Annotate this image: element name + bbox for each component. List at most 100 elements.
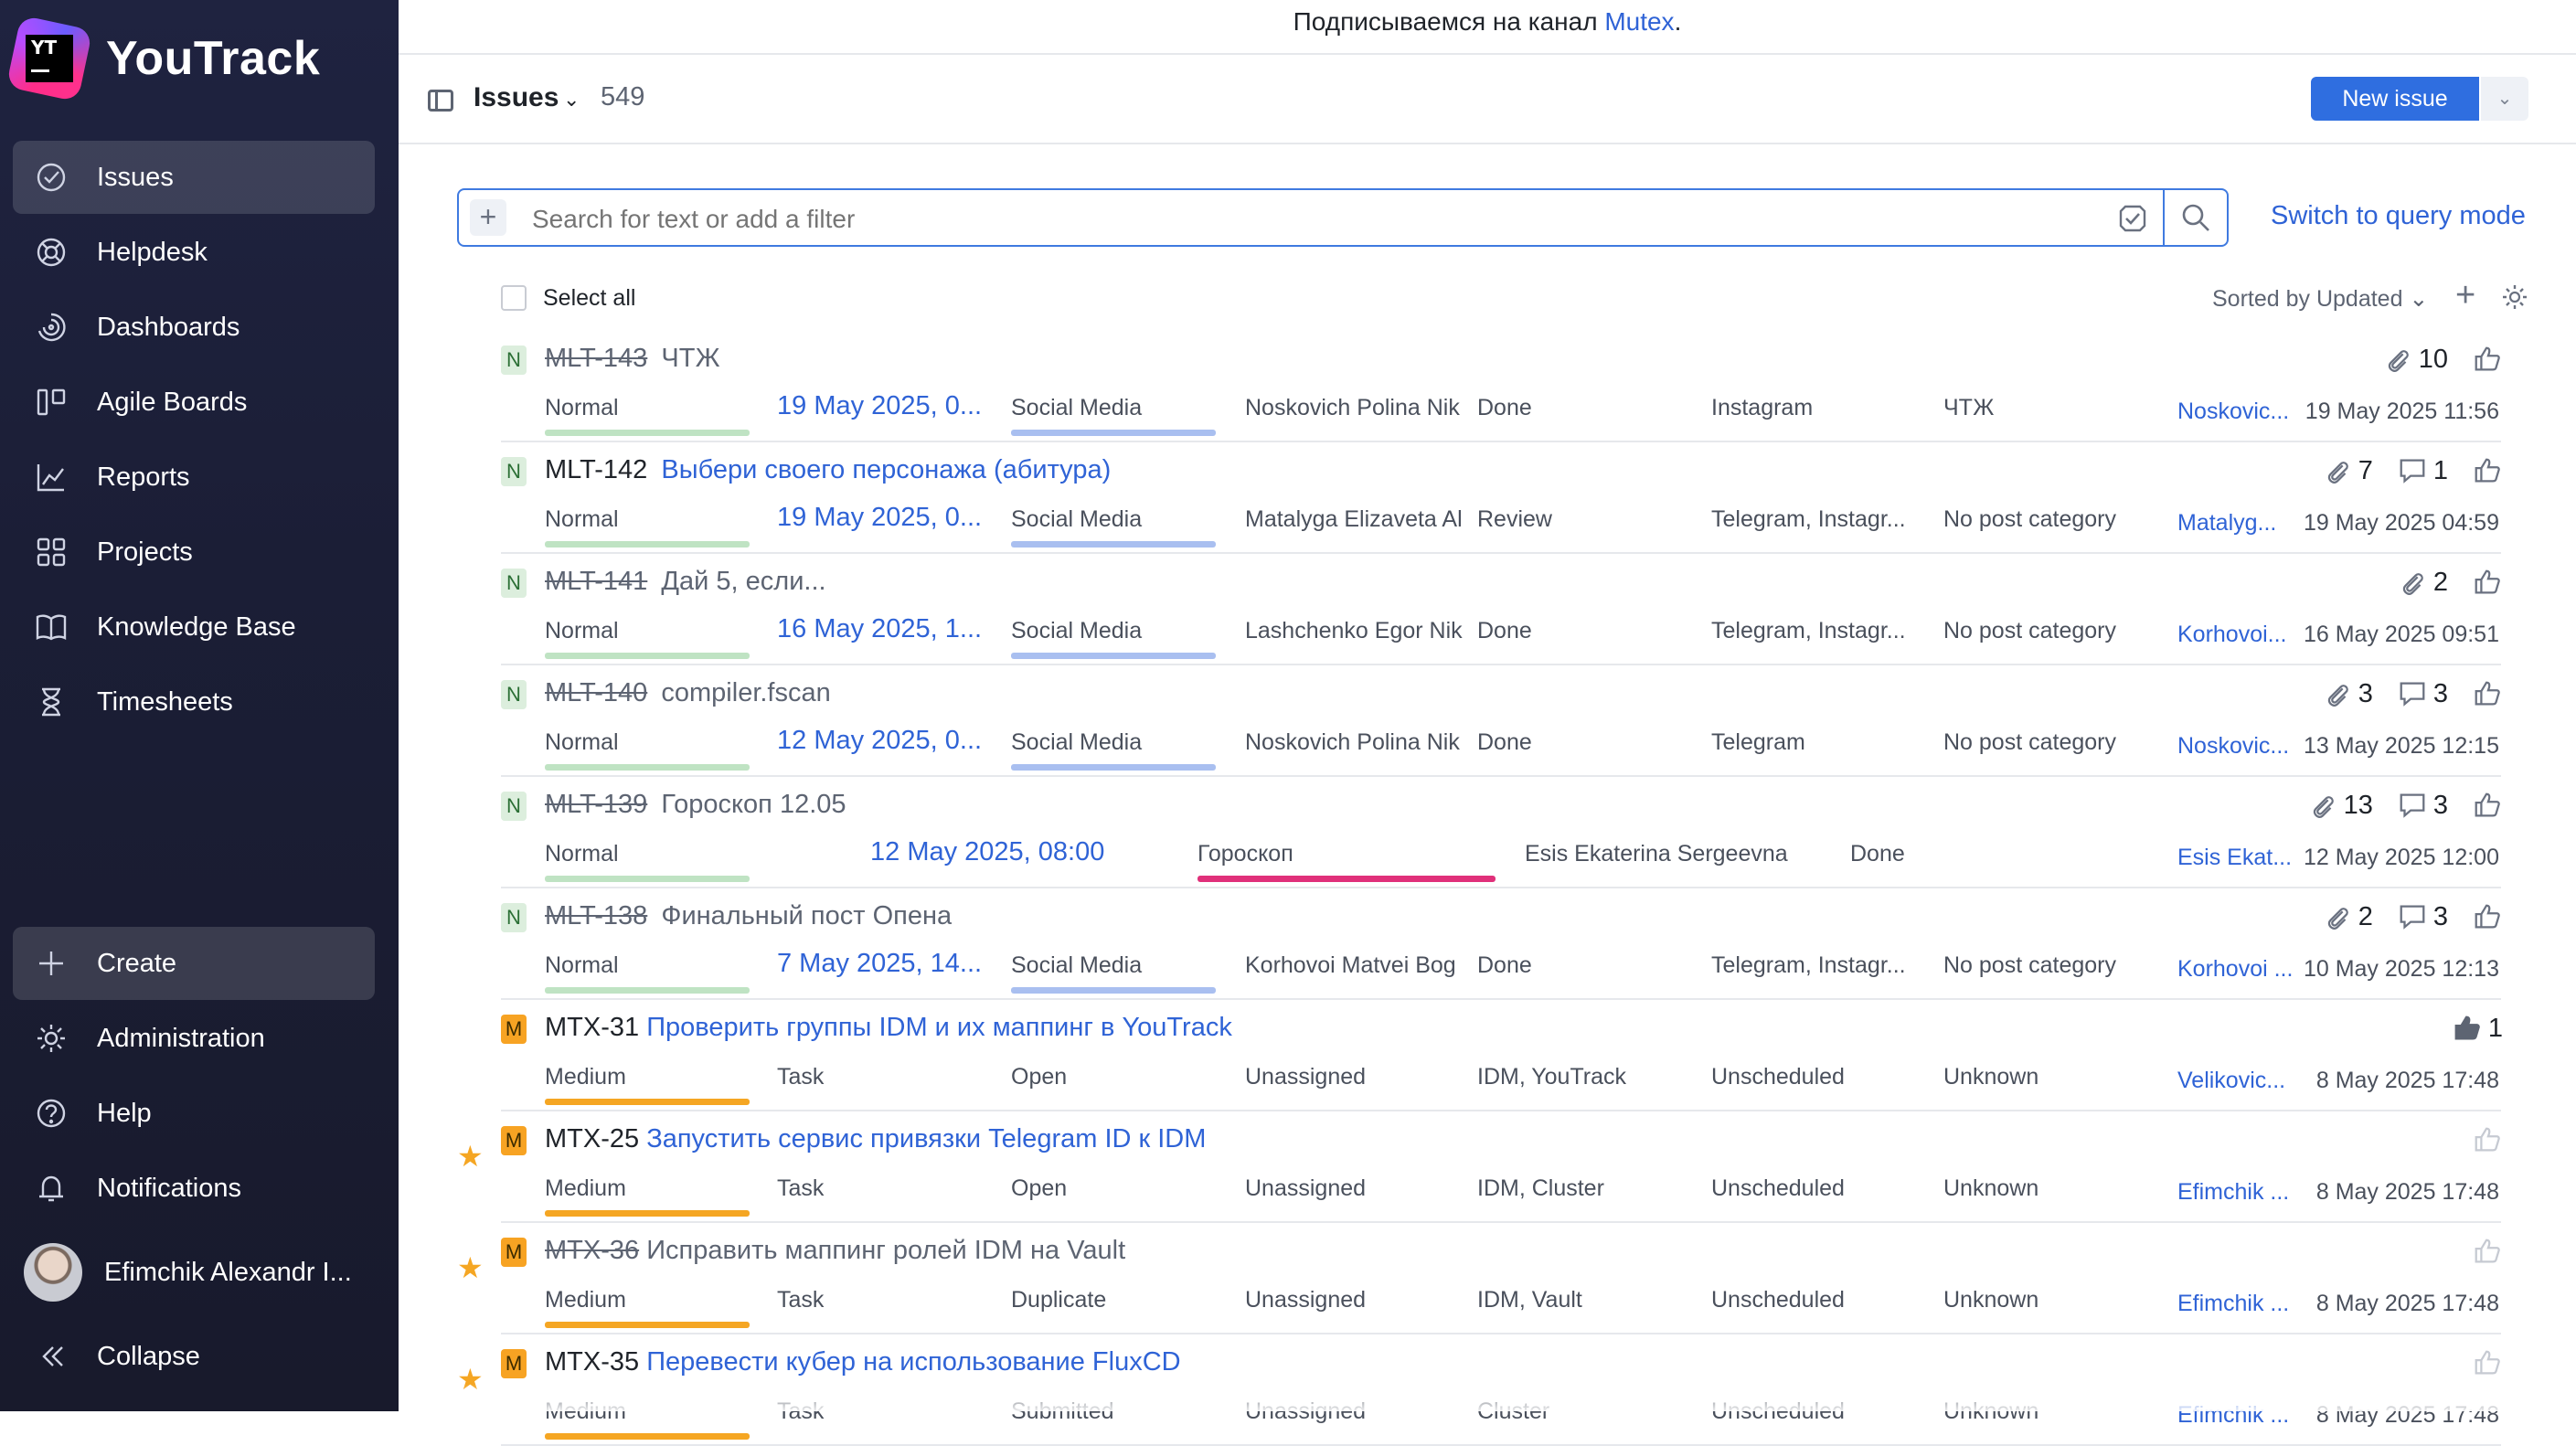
star-icon[interactable]: ★	[457, 1139, 484, 1174]
platform-field[interactable]: Instagram	[1711, 395, 1921, 421]
new-issue-button[interactable]: New issue	[2311, 77, 2479, 121]
type-field[interactable]: Task	[777, 1175, 996, 1202]
vote-button[interactable]	[2472, 1236, 2503, 1267]
attachments-counter[interactable]: 2	[2397, 567, 2448, 598]
priority-field[interactable]: Normal	[545, 729, 755, 756]
toggle-panel-icon[interactable]	[428, 90, 453, 112]
state-field[interactable]: Open	[1011, 1064, 1212, 1090]
issue-row[interactable]: N MLT-138 Финальный пост Опена Normal 7 May …	[0, 888, 2576, 1000]
priority-field[interactable]: Normal	[545, 841, 755, 867]
type-field[interactable]: Гороскоп	[1198, 841, 1472, 867]
saved-search-check-icon[interactable]	[2117, 203, 2148, 234]
publish-date-field[interactable]: 19 May 2025, 0...	[777, 503, 996, 533]
assignee-field[interactable]: Noskovich Polina Nik	[1245, 395, 1464, 421]
sidebar-item-issues[interactable]: Issues	[13, 141, 375, 214]
issue-summary-link[interactable]: Гороскоп 12.05	[661, 790, 846, 820]
issue-row[interactable]: N MLT-140 compiler.fscan Normal 12 May 2025,…	[0, 665, 2576, 777]
priority-field[interactable]: Normal	[545, 952, 755, 979]
issue-id[interactable]: MTX-31	[545, 1013, 639, 1043]
attachments-counter[interactable]: 13	[2307, 790, 2373, 821]
reporter-link[interactable]: Korhovoi...	[2177, 622, 2294, 648]
assignee-field[interactable]: Unassigned	[1245, 1064, 1464, 1090]
state-field[interactable]: Done	[1477, 395, 1678, 421]
platform-field[interactable]: Telegram	[1711, 729, 1921, 756]
subsystem-field[interactable]: IDM, Cluster	[1477, 1175, 1697, 1202]
publish-date-field[interactable]: 19 May 2025, 0...	[777, 391, 996, 421]
issue-id[interactable]: MLT-140	[545, 678, 647, 708]
select-all-checkbox[interactable]	[501, 285, 527, 311]
search-input[interactable]	[532, 205, 2086, 234]
issue-row[interactable]: N MLT-143 ЧТЖ Normal 19 May 2025, 0... Social…	[0, 331, 2576, 442]
reporter-link[interactable]: Korhovoi ...	[2177, 956, 2294, 983]
vote-button[interactable]	[2472, 790, 2503, 821]
type-field[interactable]: Social Media	[1011, 395, 1212, 421]
vote-button[interactable]: 1	[2452, 1013, 2503, 1044]
attachments-counter[interactable]: 2	[2322, 901, 2373, 932]
issue-row[interactable]: N MLT-139 Гороскоп 12.05 Normal 12 May 2025,…	[0, 777, 2576, 888]
issue-row[interactable]: N MLT-142 Выбери своего персонажа (абитура…	[0, 442, 2576, 554]
issue-id[interactable]: MTX-35	[545, 1347, 639, 1377]
type-field[interactable]: Social Media	[1011, 506, 1212, 533]
assignee-field[interactable]: Unassigned	[1245, 1175, 1464, 1202]
estimation-field[interactable]: Unknown	[1943, 1175, 2154, 1202]
priority-field[interactable]: Medium	[545, 1287, 755, 1313]
issue-summary-link[interactable]: Запустить сервис привязки Telegram ID к …	[646, 1124, 1206, 1154]
star-icon[interactable]: ★	[457, 1250, 484, 1285]
reporter-link[interactable]: Efimchik ...	[2177, 1179, 2294, 1206]
issue-summary-link[interactable]: ЧТЖ	[661, 344, 719, 374]
reporter-link[interactable]: Velikovic...	[2177, 1068, 2294, 1094]
priority-field[interactable]: Medium	[545, 1175, 755, 1202]
new-issue-dropdown-icon[interactable]: ⌄	[2481, 77, 2528, 121]
vote-button[interactable]	[2472, 1347, 2503, 1378]
issue-row[interactable]: N MLT-141 Дай 5, если... Normal 16 May 2025,…	[0, 554, 2576, 665]
list-settings-gear-icon[interactable]	[2501, 283, 2528, 311]
assignee-field[interactable]: Matalyga Elizaveta Al	[1245, 506, 1464, 533]
assignee-field[interactable]: Esis Ekaterina Sergeevna	[1525, 841, 1872, 867]
priority-badge[interactable]: M	[501, 1349, 527, 1378]
subsystem-field[interactable]: IDM, YouTrack	[1477, 1064, 1697, 1090]
category-field[interactable]: No post category	[1943, 506, 2154, 533]
priority-field[interactable]: Normal	[545, 506, 755, 533]
category-field[interactable]: ЧТЖ	[1943, 395, 2154, 421]
state-field[interactable]: Done	[1850, 841, 2033, 867]
issue-summary-link[interactable]: Финальный пост Опена	[661, 901, 952, 931]
vote-button[interactable]	[2472, 1124, 2503, 1155]
publish-date-field[interactable]: 16 May 2025, 1...	[777, 614, 996, 644]
reporter-link[interactable]: Noskovic...	[2177, 733, 2294, 760]
add-filter-icon[interactable]: +	[470, 199, 506, 236]
state-field[interactable]: Open	[1011, 1175, 1212, 1202]
switch-to-query-mode-link[interactable]: Switch to query mode	[2271, 201, 2526, 231]
issue-id[interactable]: MLT-139	[545, 790, 647, 820]
publish-date-field[interactable]: 7 May 2025, 14...	[777, 949, 996, 979]
search-icon[interactable]	[2179, 201, 2212, 234]
priority-badge[interactable]: N	[501, 680, 527, 709]
priority-field[interactable]: Medium	[545, 1064, 755, 1090]
issue-id[interactable]: MLT-138	[545, 901, 647, 931]
publish-date-field[interactable]: 12 May 2025, 0...	[777, 726, 996, 756]
vote-button[interactable]	[2472, 344, 2503, 375]
assignee-field[interactable]: Unassigned	[1245, 1287, 1464, 1313]
platform-field[interactable]: Telegram, Instagr...	[1711, 618, 1921, 644]
priority-badge[interactable]: N	[501, 346, 527, 375]
assignee-field[interactable]: Noskovich Polina Nik	[1245, 729, 1464, 756]
priority-badge[interactable]: N	[501, 457, 527, 486]
banner-link[interactable]: Mutex	[1604, 7, 1674, 36]
issue-id[interactable]: MTX-25	[545, 1124, 639, 1154]
type-field[interactable]: Social Media	[1011, 952, 1212, 979]
comments-counter[interactable]: 3	[2397, 790, 2448, 821]
publish-date-field[interactable]: 12 May 2025, 08:00	[870, 837, 1218, 867]
reporter-link[interactable]: Noskovic...	[2177, 399, 2294, 425]
category-field[interactable]: No post category	[1943, 618, 2154, 644]
state-field[interactable]: Review	[1477, 506, 1678, 533]
comments-counter[interactable]: 3	[2397, 678, 2448, 709]
type-field[interactable]: Task	[777, 1064, 996, 1090]
vote-button[interactable]	[2472, 455, 2503, 486]
priority-badge[interactable]: M	[501, 1015, 527, 1044]
chevron-down-icon[interactable]: ⌄	[563, 88, 580, 112]
subsystem-field[interactable]: IDM, Vault	[1477, 1287, 1697, 1313]
estimation-field[interactable]: Unknown	[1943, 1064, 2154, 1090]
priority-badge[interactable]: N	[501, 792, 527, 821]
page-title[interactable]: Issues	[474, 82, 559, 113]
state-field[interactable]: Done	[1477, 952, 1678, 979]
vote-button[interactable]	[2472, 901, 2503, 932]
